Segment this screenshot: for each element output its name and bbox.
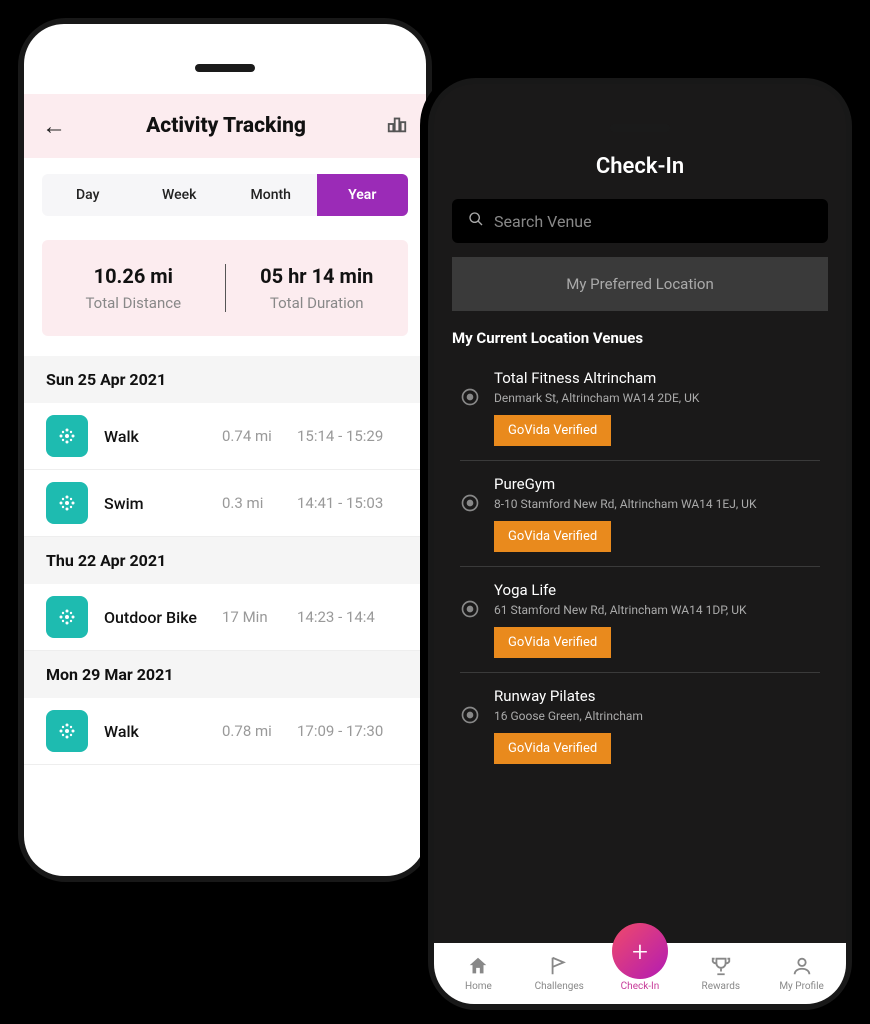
- leaderboard-icon[interactable]: [378, 113, 408, 139]
- activity-distance: 0.78 mi: [222, 722, 297, 740]
- summary-card: 10.26 mi Total Distance 05 hr 14 min Tot…: [42, 240, 408, 336]
- activity-row[interactable]: Walk0.78 mi17:09 - 17:30: [24, 698, 426, 765]
- activity-distance: 0.74 mi: [222, 427, 297, 445]
- activity-time: 17:09 - 17:30: [297, 722, 404, 740]
- activity-distance: 0.3 mi: [222, 494, 297, 512]
- location-pin-icon: [460, 493, 480, 552]
- venue-item[interactable]: Total Fitness Altrincham Denmark St, Altr…: [460, 355, 820, 461]
- location-pin-icon: [460, 599, 480, 658]
- activity-distance: 17 Min: [222, 608, 297, 626]
- nav-check-in[interactable]: + Check-In: [600, 953, 681, 992]
- page-title: Activity Tracking: [74, 114, 378, 138]
- activity-name: Swim: [104, 494, 222, 513]
- venue-item[interactable]: Yoga Life 61 Stamford New Rd, Altrincham …: [460, 567, 820, 673]
- activity-time: 14:41 - 15:03: [297, 494, 404, 512]
- venue-address: 8-10 Stamford New Rd, Altrincham WA14 1E…: [494, 497, 756, 511]
- verified-badge: GoVida Verified: [494, 521, 611, 552]
- nav-home[interactable]: Home: [438, 955, 519, 992]
- venue-name: PureGym: [494, 475, 756, 493]
- venue-address: Denmark St, Altrincham WA14 2DE, UK: [494, 391, 699, 405]
- tab-year[interactable]: Year: [317, 174, 409, 216]
- back-icon[interactable]: ←: [42, 112, 66, 141]
- tab-day[interactable]: Day: [42, 174, 134, 216]
- total-duration-value: 05 hr 14 min: [226, 264, 409, 288]
- tab-week[interactable]: Week: [134, 174, 226, 216]
- activity-row[interactable]: Swim0.3 mi14:41 - 15:03: [24, 470, 426, 537]
- activity-row[interactable]: Walk0.74 mi15:14 - 15:29: [24, 403, 426, 470]
- venue-item[interactable]: Runway Pilates 16 Goose Green, Altrincham…: [460, 673, 820, 778]
- date-header: Mon 29 Mar 2021: [24, 651, 426, 698]
- fitbit-icon: [46, 710, 88, 752]
- fitbit-icon: [46, 482, 88, 524]
- phone-activity-tracking: ← Activity Tracking Day Week Month Year …: [10, 10, 440, 890]
- nav-challenges[interactable]: Challenges: [519, 955, 600, 992]
- profile-icon: [791, 955, 813, 977]
- search-placeholder: Search Venue: [494, 212, 592, 231]
- add-icon: +: [612, 923, 668, 979]
- venue-address: 61 Stamford New Rd, Altrincham WA14 1DP,…: [494, 603, 747, 617]
- activity-name: Outdoor Bike: [104, 608, 222, 627]
- tab-month[interactable]: Month: [225, 174, 317, 216]
- date-header: Sun 25 Apr 2021: [24, 356, 426, 403]
- fitbit-icon: [46, 415, 88, 457]
- activity-time: 15:14 - 15:29: [297, 427, 404, 445]
- timeframe-tabs: Day Week Month Year: [42, 174, 408, 216]
- venue-item[interactable]: PureGym 8-10 Stamford New Rd, Altrincham …: [460, 461, 820, 567]
- preferred-location-tab[interactable]: My Preferred Location: [452, 257, 828, 311]
- activity-name: Walk: [104, 722, 222, 741]
- total-duration-label: Total Duration: [226, 294, 409, 312]
- search-input[interactable]: Search Venue: [452, 199, 828, 243]
- header-bar: ← Activity Tracking: [24, 94, 426, 158]
- fitbit-icon: [46, 596, 88, 638]
- verified-badge: GoVida Verified: [494, 627, 611, 658]
- verified-badge: GoVida Verified: [494, 733, 611, 764]
- date-header: Thu 22 Apr 2021: [24, 537, 426, 584]
- venue-address: 16 Goose Green, Altrincham: [494, 709, 643, 723]
- venue-name: Runway Pilates: [494, 687, 643, 705]
- flag-icon: [548, 955, 570, 977]
- bottom-nav: Home Challenges + Check-In Rewards My Pr…: [434, 943, 846, 1004]
- total-distance-value: 10.26 mi: [42, 264, 225, 288]
- venue-name: Total Fitness Altrincham: [494, 369, 699, 387]
- nav-rewards[interactable]: Rewards: [680, 955, 761, 992]
- section-heading: My Current Location Venues: [434, 329, 846, 355]
- location-pin-icon: [460, 705, 480, 764]
- venue-name: Yoga Life: [494, 581, 747, 599]
- activity-row[interactable]: Outdoor Bike17 Min14:23 - 14:4: [24, 584, 426, 651]
- activity-time: 14:23 - 14:4: [297, 608, 404, 626]
- trophy-icon: [710, 955, 732, 977]
- page-title: Check-In: [434, 154, 846, 179]
- location-pin-icon: [460, 387, 480, 446]
- search-icon: [468, 211, 484, 231]
- home-icon: [467, 955, 489, 977]
- verified-badge: GoVida Verified: [494, 415, 611, 446]
- nav-my-profile[interactable]: My Profile: [761, 955, 842, 992]
- total-distance-label: Total Distance: [42, 294, 225, 312]
- activity-name: Walk: [104, 427, 222, 446]
- phone-check-in: Check-In Search Venue My Preferred Locat…: [420, 70, 860, 1018]
